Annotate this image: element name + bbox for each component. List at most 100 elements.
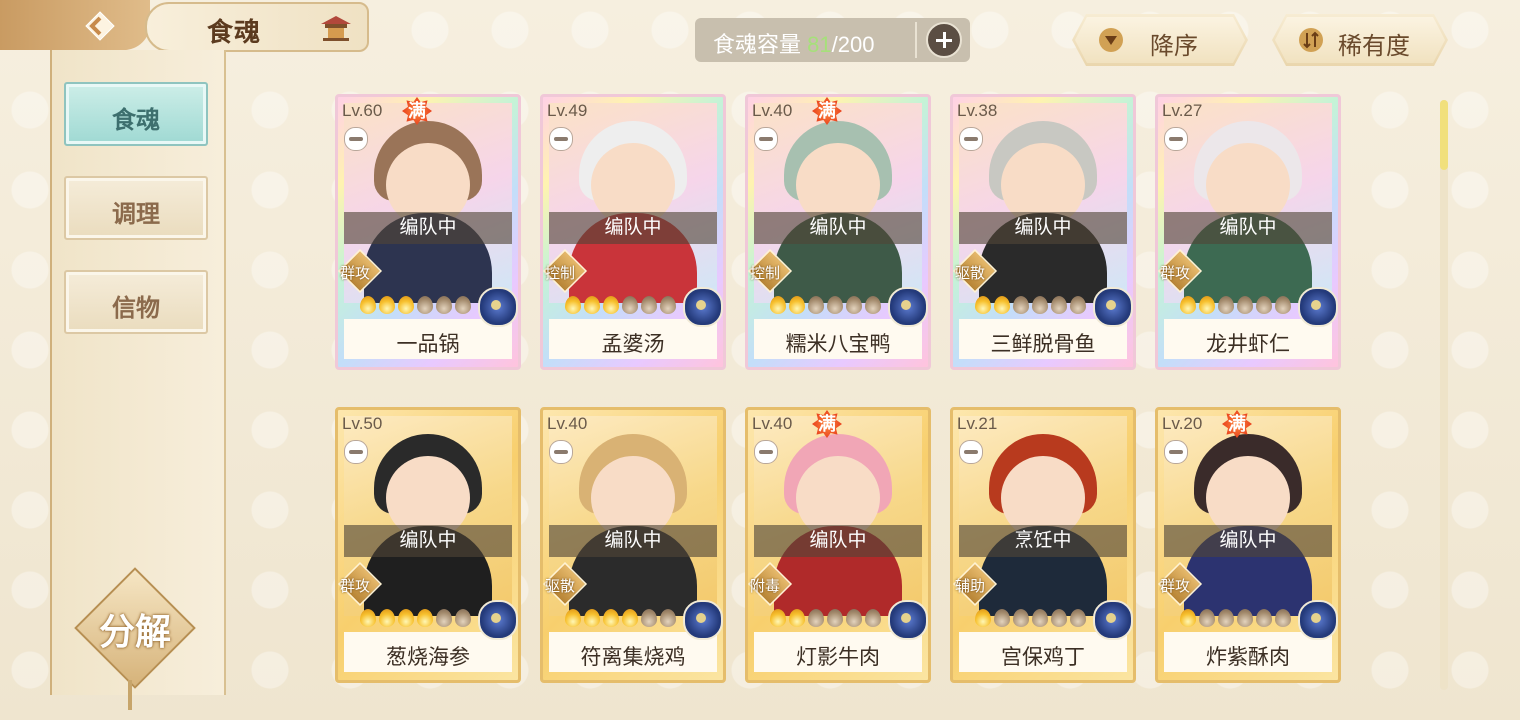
food-soul-card[interactable]: Lv.38 编队中 驱散 三鲜脱骨鱼 [950,94,1136,370]
food-soul-card[interactable]: Lv.60 满 编队中 群攻 一品锅 [335,94,521,370]
empty-flame-icon [808,296,824,314]
star-flame-icon [770,609,786,627]
capacity-text: 食魂容量 81/200 [713,27,874,59]
card-level: Lv.40 [547,414,588,433]
element-icon [478,287,518,327]
sort-by-button[interactable]: 稀有度 [1272,14,1448,66]
empty-flame-icon [1256,296,1272,314]
star-flame-icon [622,609,638,627]
food-soul-card[interactable]: Lv.21 烹饪中 辅助 宫保鸡丁 [950,407,1136,683]
role-badge: 群攻 [1158,561,1208,607]
card-status: 编队中 [754,525,922,557]
capacity-max: /200 [831,32,875,57]
star-flame-icon [379,296,395,314]
star-rating [565,296,679,316]
element-icon [1298,287,1338,327]
star-flame-icon [360,609,376,627]
empty-flame-icon [1070,609,1086,627]
bowl-icon [754,440,778,464]
card-status: 编队中 [959,212,1127,244]
decompose-button[interactable]: 分解 [74,567,196,689]
role-label: 控制 [545,265,576,282]
element-icon [1093,287,1133,327]
empty-flame-icon [1218,609,1234,627]
role-label: 辅助 [955,578,986,595]
card-status: 编队中 [344,212,512,244]
star-rating [770,609,884,629]
tab-food-souls[interactable]: 食魂 [64,82,208,146]
role-label: 驱散 [545,578,576,595]
role-label: 控制 [750,265,781,282]
star-flame-icon [1199,296,1215,314]
tab-tokens[interactable]: 信物 [64,270,208,334]
bowl-icon [959,440,983,464]
empty-flame-icon [660,609,676,627]
bowl-icon [344,440,368,464]
food-soul-card[interactable]: Lv.50 编队中 群攻 葱烧海参 [335,407,521,683]
star-flame-icon [789,296,805,314]
star-flame-icon [603,296,619,314]
empty-flame-icon [1237,296,1253,314]
page-title: 食魂 [207,17,262,47]
tassel-decoration [128,680,132,710]
back-arrow-icon [85,11,115,41]
star-flame-icon [565,296,581,314]
role-badge: 辅助 [953,561,1003,607]
sort-down-icon [1098,27,1124,53]
title-plate: 食魂 [145,2,369,52]
empty-flame-icon [622,296,638,314]
star-flame-icon [975,296,991,314]
food-soul-card[interactable]: Lv.40 满 编队中 附毒 灯影牛肉 [745,407,931,683]
card-level: Lv.20 [1162,414,1203,433]
role-badge: 群攻 [338,561,388,607]
empty-flame-icon [1051,296,1067,314]
star-flame-icon [360,296,376,314]
element-icon [683,600,723,640]
card-level: Lv.40 [752,101,793,120]
sort-order-button[interactable]: 降序 [1072,14,1248,66]
bowl-icon [1164,440,1188,464]
empty-flame-icon [1275,609,1291,627]
card-level: Lv.49 [547,101,588,120]
role-label: 群攻 [1160,265,1191,282]
grid-scrollbar[interactable] [1440,100,1448,690]
role-badge: 控制 [543,248,593,294]
element-icon [888,287,928,327]
tab-tokens-label: 信物 [112,295,160,322]
bowl-icon [754,127,778,151]
empty-flame-icon [994,609,1010,627]
tab-food-souls-label: 食魂 [112,107,160,134]
tab-conditioning[interactable]: 调理 [64,176,208,240]
empty-flame-icon [436,296,452,314]
food-soul-card[interactable]: Lv.20 满 编队中 群攻 炸紫酥肉 [1155,407,1341,683]
role-badge: 附毒 [748,561,798,607]
food-soul-card[interactable]: Lv.40 满 编队中 控制 糯米八宝鸭 [745,94,931,370]
star-rating [1180,609,1294,629]
empty-flame-icon [1013,609,1029,627]
capacity-label: 食魂容量 [713,32,802,57]
card-name: 葱烧海参 [386,646,470,669]
card-level: Lv.27 [1162,101,1203,120]
empty-flame-icon [1032,296,1048,314]
pavilion-icon[interactable] [319,14,353,42]
back-button[interactable] [0,0,150,50]
food-soul-card[interactable]: Lv.40 编队中 驱散 符离集烧鸡 [540,407,726,683]
empty-flame-icon [827,296,843,314]
empty-flame-icon [1237,609,1253,627]
role-label: 驱散 [955,265,986,282]
empty-flame-icon [846,609,862,627]
star-flame-icon [994,296,1010,314]
sort-by-label: 稀有度 [1338,33,1410,60]
bowl-icon [959,127,983,151]
element-icon [478,600,518,640]
role-badge: 驱散 [953,248,1003,294]
card-level: Lv.40 [752,414,793,433]
grid-scrollbar-thumb[interactable] [1440,100,1448,170]
food-soul-card[interactable]: Lv.27 编队中 群攻 龙井虾仁 [1155,94,1341,370]
star-flame-icon [565,609,581,627]
star-flame-icon [1180,296,1196,314]
bowl-icon [549,127,573,151]
food-soul-card[interactable]: Lv.49 编队中 控制 孟婆汤 [540,94,726,370]
role-label: 群攻 [340,265,371,282]
expand-capacity-button[interactable] [926,22,962,58]
